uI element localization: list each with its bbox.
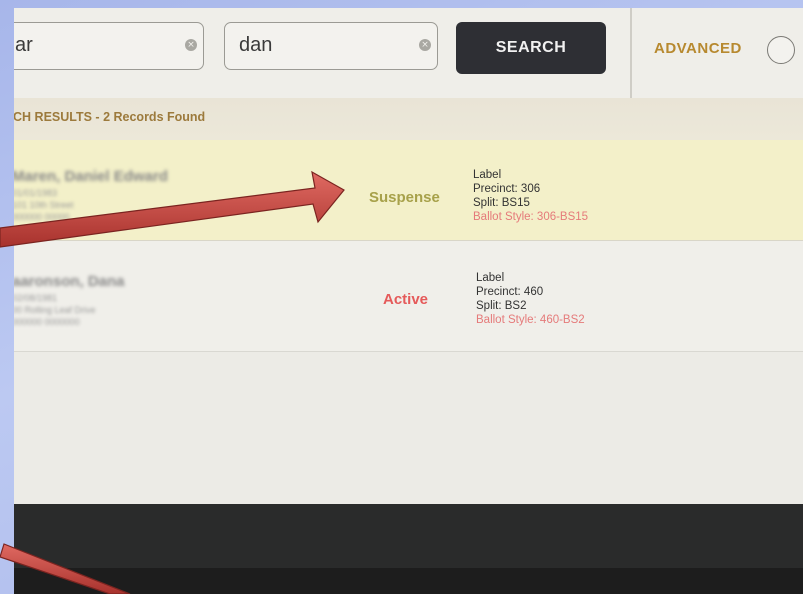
arrow-bottom-icon <box>0 543 131 594</box>
arrow-pointing-suspense-icon <box>0 170 345 248</box>
annotation-arrows <box>0 170 345 594</box>
